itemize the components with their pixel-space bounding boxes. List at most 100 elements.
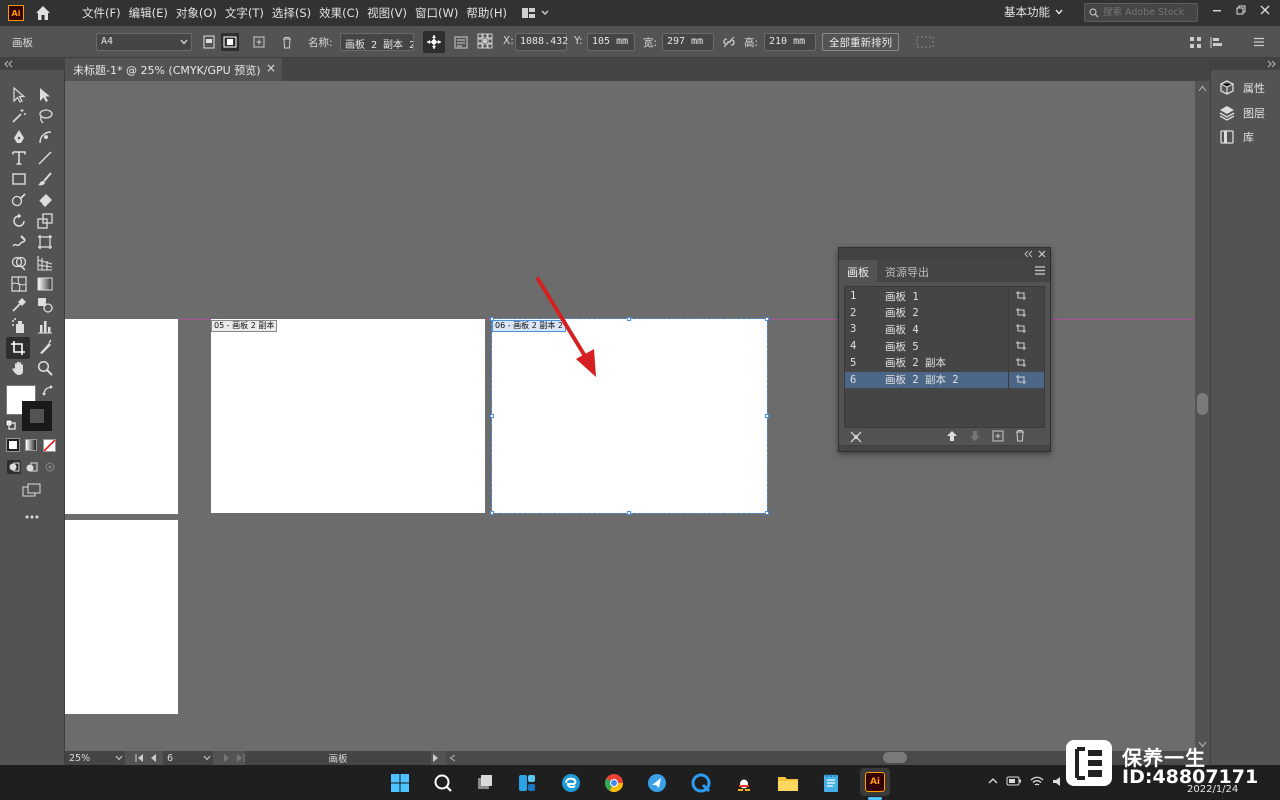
height-input[interactable]: 210 mm xyxy=(764,33,816,51)
artboard-partial-left-bottom[interactable] xyxy=(65,520,178,714)
taskbar-search-button[interactable] xyxy=(431,771,455,795)
vertical-scrollbar[interactable] xyxy=(1195,81,1210,751)
gradient-tool[interactable] xyxy=(34,274,56,294)
home-icon[interactable] xyxy=(34,4,52,22)
lasso-tool[interactable] xyxy=(34,106,56,126)
scroll-left-icon[interactable] xyxy=(449,754,456,762)
move-up-icon[interactable] xyxy=(946,430,958,442)
eyedropper-tool[interactable] xyxy=(8,295,30,315)
eraser-tool[interactable] xyxy=(34,190,56,210)
panel-menu-button[interactable] xyxy=(1250,33,1268,51)
resize-handle-l[interactable] xyxy=(490,414,494,418)
free-transform-tool[interactable] xyxy=(34,232,56,252)
artboard-list-item[interactable]: 6 画板 2 副本 2 xyxy=(845,371,1044,388)
rotate-tool[interactable] xyxy=(8,211,30,231)
chevron-down-icon[interactable] xyxy=(1054,7,1064,17)
status-menu-arrow-icon[interactable] xyxy=(432,754,440,762)
menu-object[interactable]: 对象(O) xyxy=(172,5,221,21)
artboard-tool[interactable] xyxy=(6,337,30,359)
swap-fill-stroke-icon[interactable] xyxy=(42,385,54,397)
type-tool[interactable] xyxy=(8,148,30,168)
resize-handle-br[interactable] xyxy=(765,511,769,515)
stroke-swatch[interactable] xyxy=(22,401,52,431)
global-edit-button[interactable] xyxy=(916,33,934,51)
close-window-button[interactable] xyxy=(1254,1,1276,19)
chrome-browser-button[interactable] xyxy=(602,771,626,795)
artboard-options-button[interactable] xyxy=(452,33,470,51)
curvature-tool[interactable] xyxy=(34,127,56,147)
menu-type[interactable]: 文字(T) xyxy=(221,5,268,21)
next-artboard-icon[interactable] xyxy=(223,754,231,762)
artboard-list-item[interactable]: 5 画板 2 副本 xyxy=(845,354,1044,371)
more-tools-icon[interactable] xyxy=(24,514,40,520)
libraries-panel-button[interactable]: 库 xyxy=(1219,127,1279,147)
draw-inside-icon[interactable] xyxy=(43,460,57,474)
resize-handle-b[interactable] xyxy=(627,511,631,515)
artboard-list-name[interactable]: 画板 2 副本 xyxy=(885,355,946,370)
feishu-button[interactable] xyxy=(645,771,669,795)
close-icon[interactable] xyxy=(1038,250,1046,258)
none-mode-icon[interactable] xyxy=(43,439,56,452)
delete-artboard-button[interactable] xyxy=(278,33,296,51)
resize-handle-tr[interactable] xyxy=(765,317,769,321)
menu-help[interactable]: 帮助(H) xyxy=(462,5,511,21)
expand-panels-icon[interactable] xyxy=(1267,60,1277,68)
collapse-panel-icon[interactable] xyxy=(1023,250,1033,258)
mesh-tool[interactable] xyxy=(8,274,30,294)
zoom-select[interactable]: 25% xyxy=(65,751,125,765)
constrain-proportions-button[interactable] xyxy=(720,33,738,51)
pen-tool[interactable] xyxy=(8,127,30,147)
collapse-icon[interactable] xyxy=(3,60,13,68)
scroll-up-icon[interactable] xyxy=(1198,85,1207,92)
magic-wand-tool[interactable] xyxy=(8,106,30,126)
panel-resize-grip[interactable] xyxy=(839,445,1050,451)
move-down-icon[interactable] xyxy=(969,430,981,442)
stock-search-box[interactable] xyxy=(1084,3,1198,22)
artboard-options-icon[interactable] xyxy=(1015,374,1027,385)
artboard-options-icon[interactable] xyxy=(1015,357,1027,368)
resize-handle-t[interactable] xyxy=(627,317,631,321)
start-button[interactable] xyxy=(388,771,412,795)
selection-tool[interactable] xyxy=(8,85,30,105)
task-view-button[interactable] xyxy=(473,771,497,795)
perspective-grid-tool[interactable] xyxy=(34,253,56,273)
warp-tool[interactable] xyxy=(8,232,30,252)
slice-tool[interactable] xyxy=(34,337,56,357)
arrange-documents-icon[interactable] xyxy=(520,5,552,21)
color-mode-button[interactable] xyxy=(6,438,20,452)
shape-builder-tool[interactable] xyxy=(8,253,30,273)
menu-view[interactable]: 视图(V) xyxy=(363,5,411,21)
vertical-scroll-thumb[interactable] xyxy=(1197,393,1208,415)
menu-effect[interactable]: 效果(C) xyxy=(315,5,363,21)
rearrange-all-button[interactable]: 全部重新排列 xyxy=(822,33,899,51)
stock-search-input[interactable] xyxy=(1103,7,1189,18)
artboard-options-icon[interactable] xyxy=(1015,323,1027,334)
quick-app-button[interactable] xyxy=(689,771,713,795)
resize-handle-bl[interactable] xyxy=(490,511,494,515)
artboard-list-item[interactable]: 4 画板 5 xyxy=(845,338,1044,355)
volume-icon[interactable] xyxy=(1052,776,1064,787)
artboard-list-name[interactable]: 画板 4 xyxy=(885,322,919,337)
draw-behind-icon[interactable] xyxy=(25,460,39,474)
tab-asset-export[interactable]: 资源导出 xyxy=(877,260,937,282)
new-artboard-button[interactable] xyxy=(250,33,268,51)
menu-edit[interactable]: 编辑(E) xyxy=(125,5,172,21)
document-tab[interactable]: 未标题-1* @ 25% (CMYK/GPU 预览) × xyxy=(65,58,282,81)
align-button[interactable] xyxy=(1208,33,1226,51)
artboard-list-item[interactable]: 2 画板 2 xyxy=(845,304,1044,321)
scale-tool[interactable] xyxy=(34,211,56,231)
x-input[interactable]: 1088.432 xyxy=(515,33,568,51)
artboards-panel-header[interactable] xyxy=(839,248,1050,260)
resize-handle-r[interactable] xyxy=(765,414,769,418)
workspace-switcher[interactable]: 基本功能 xyxy=(1004,4,1050,20)
first-artboard-icon[interactable] xyxy=(135,754,144,762)
panel-menu-icon[interactable] xyxy=(1035,266,1045,275)
portrait-button[interactable] xyxy=(200,33,218,51)
artboard-options-icon[interactable] xyxy=(1015,290,1027,301)
widgets-button[interactable] xyxy=(515,771,539,795)
properties-panel-button[interactable]: 属性 xyxy=(1219,78,1279,98)
line-tool[interactable] xyxy=(34,148,56,168)
width-input[interactable]: 297 mm xyxy=(662,33,714,51)
default-fill-stroke-icon[interactable] xyxy=(5,419,17,431)
zoom-tool[interactable] xyxy=(34,358,56,378)
